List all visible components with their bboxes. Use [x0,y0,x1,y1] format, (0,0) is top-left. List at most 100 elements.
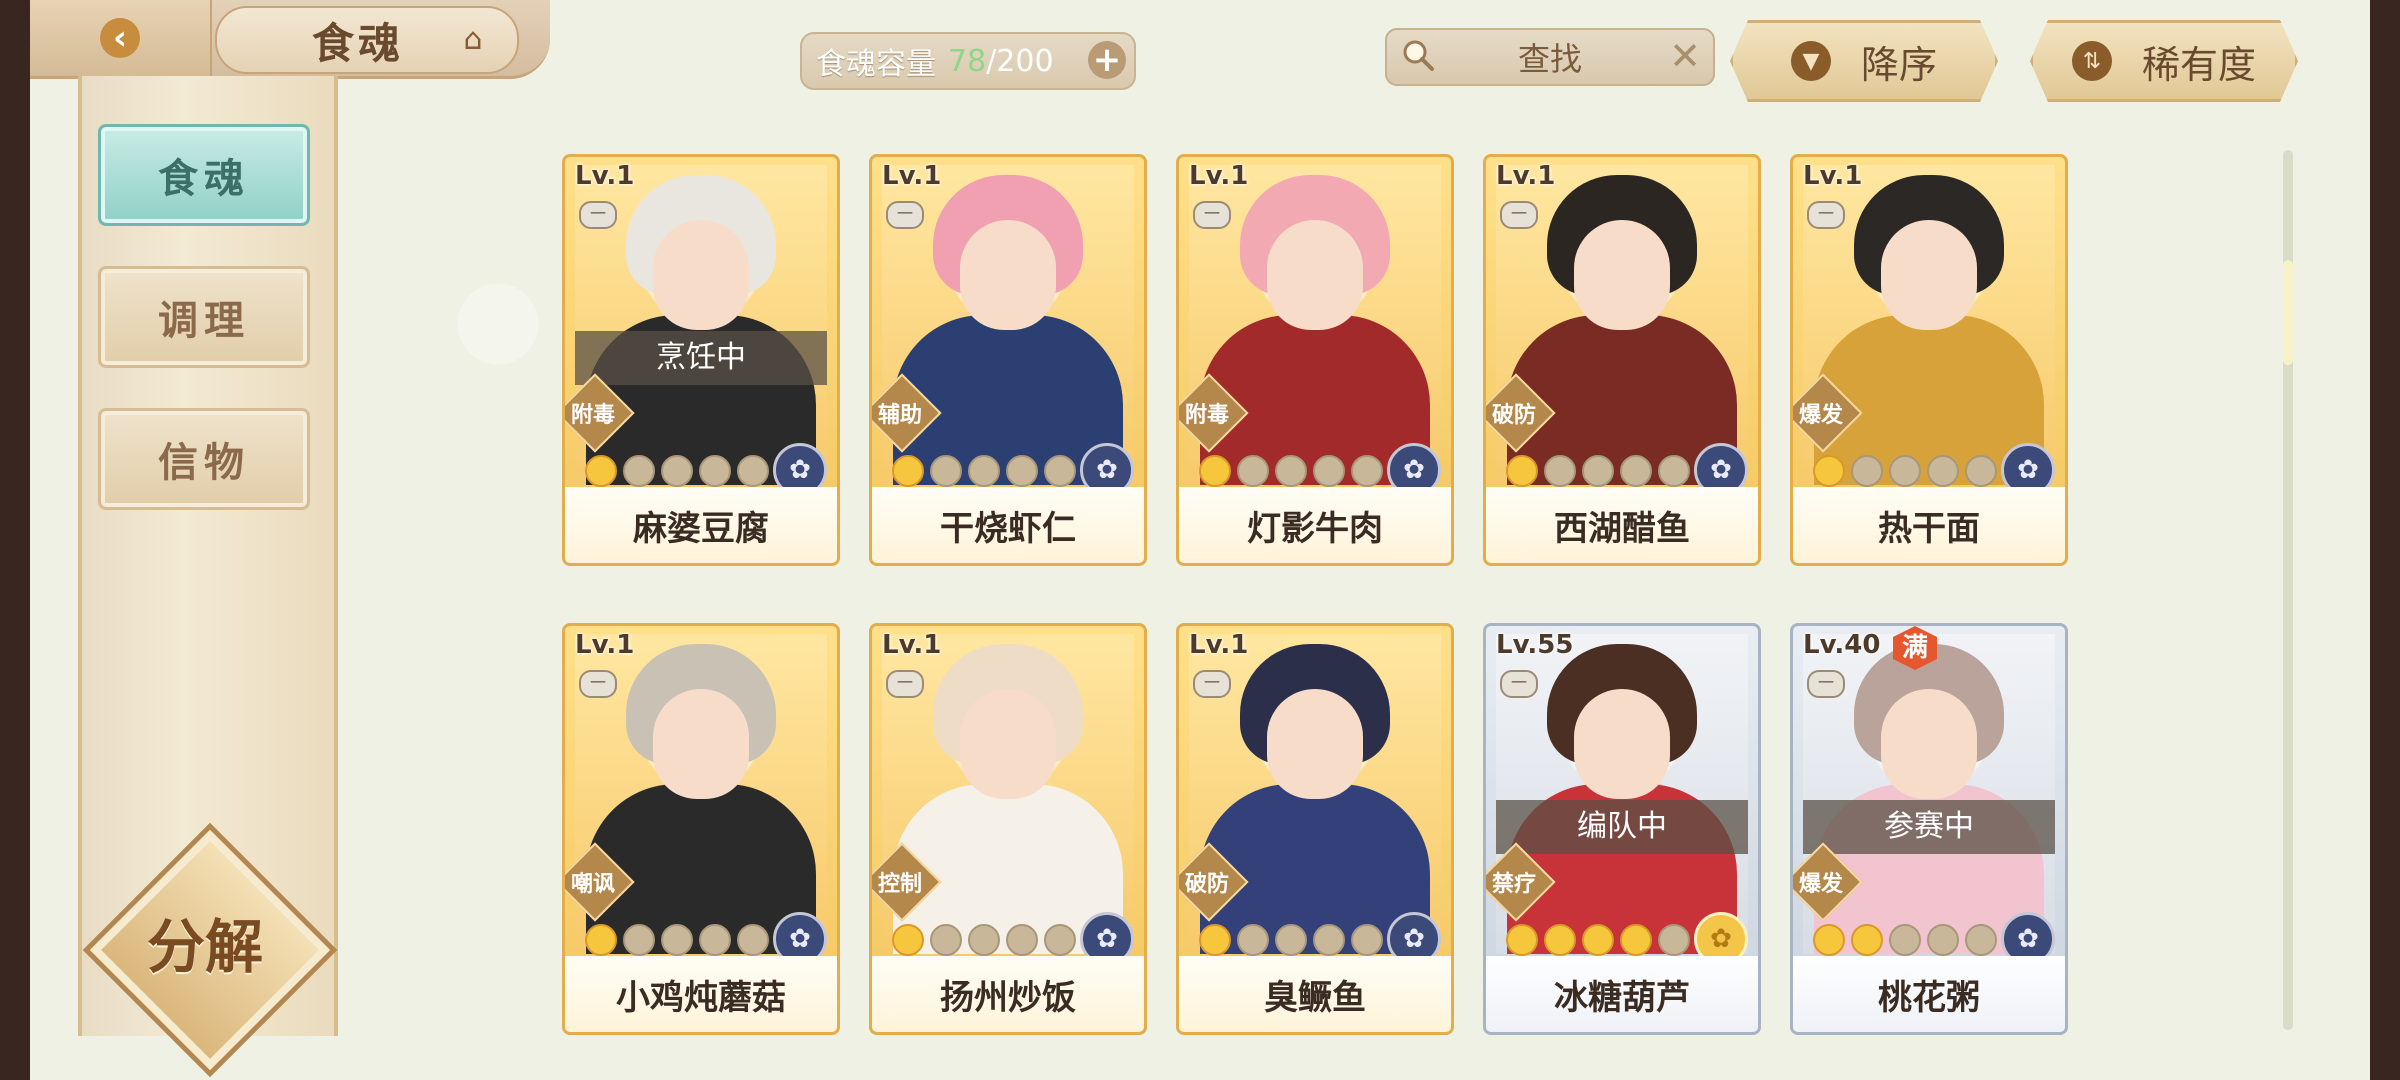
role-label: 附毒 [570,403,615,428]
star-icon [1813,455,1845,487]
food-soul-card[interactable]: Lv.1 一爆发 ✿ 热干面 [1790,154,2068,566]
role-label: 爆发 [1798,403,1843,428]
star-icon [1927,455,1959,487]
star-icon [1237,924,1269,956]
star-icon [661,455,693,487]
portrait-face [1881,220,1977,330]
portrait-face [1267,220,1363,330]
food-soul-card[interactable]: Lv.1 一控制 ✿ 扬州炒饭 [869,623,1147,1035]
food-soul-card[interactable]: Lv.55 一编队中 禁疗 ✿ 冰糖葫芦 [1483,623,1761,1035]
food-soul-card[interactable]: Lv.1 一附毒 ✿ 灯影牛肉 [1176,154,1454,566]
tab-label: 食魂 [158,155,250,202]
role-label: 控制 [877,872,922,897]
grade-badge-icon: 一 [579,201,617,229]
card-name: 小鸡炖蘑菇 [565,956,837,1032]
star-icon [1351,924,1383,956]
tab-conditioning[interactable]: 调理 [98,266,310,368]
star-icon [1506,455,1538,487]
tab-food-souls[interactable]: 食魂 [98,124,310,226]
portrait-face [653,689,749,799]
home-pavilion-icon[interactable]: ⌂ [453,22,493,58]
level-label: Lv.1 [882,161,942,191]
role-label: 辅助 [877,403,922,428]
sort-by-button[interactable]: ⇅ 稀有度 [2030,20,2298,102]
food-soul-card[interactable]: Lv.1 一破防 ✿ 西湖醋鱼 [1483,154,1761,566]
triangle-down-icon: ▼ [1791,41,1831,81]
star-icon [930,924,962,956]
star-icon [1313,455,1345,487]
back-button[interactable]: ‹ [30,0,212,76]
star-icon [699,924,731,956]
portrait-face [1574,689,1670,799]
star-rating [585,924,769,956]
role-label: 破防 [1184,872,1229,897]
tab-label: 调理 [158,297,250,344]
grade-badge-icon: 一 [1500,201,1538,229]
star-icon [968,924,1000,956]
grade-badge-icon: 一 [886,201,924,229]
food-soul-card[interactable]: Lv.1 一烹饪中 附毒 ✿ 麻婆豆腐 [562,154,840,566]
star-icon [585,924,617,956]
star-rating [1813,924,1997,956]
star-rating [1506,455,1690,487]
level-label: Lv.55 [1496,630,1574,660]
star-icon [1851,455,1883,487]
star-icon [968,455,1000,487]
capacity-label: 食魂容量 [816,47,936,82]
grade-badge-icon: 一 [1193,201,1231,229]
card-name: 扬州炒饭 [872,956,1144,1032]
status-label: 参赛中 [1803,800,2055,854]
capacity-current: 78 [948,43,987,79]
search-button[interactable]: 查找 ✕ [1385,28,1715,86]
food-soul-card[interactable]: Lv.40 一满参赛中 爆发 ✿ 桃花粥 [1790,623,2068,1035]
level-label: Lv.1 [882,630,942,660]
portrait-face [960,220,1056,330]
star-rating [892,455,1076,487]
page-title-pill: 食魂 ⌂ [215,6,519,74]
page-title: 食魂 [312,18,405,68]
star-icon [661,924,693,956]
status-label: 编队中 [1496,800,1748,854]
back-arrow-icon: ‹ [100,18,140,58]
search-label: 查找 [1517,40,1582,78]
star-icon [1544,924,1576,956]
capacity-separator: / [986,43,997,79]
decompose-label: 分解 [146,913,263,981]
sort-arrows-icon: ⇅ [2072,41,2112,81]
star-icon [1658,455,1690,487]
tab-tokens[interactable]: 信物 [98,408,310,510]
clear-search-icon[interactable]: ✕ [1669,34,1701,78]
star-icon [1658,924,1690,956]
level-label: Lv.1 [575,161,635,191]
star-icon [623,455,655,487]
food-soul-card[interactable]: Lv.1 一破防 ✿ 臭鳜鱼 [1176,623,1454,1035]
star-icon [1006,455,1038,487]
star-icon [1275,455,1307,487]
portrait-face [653,220,749,330]
food-soul-card[interactable]: Lv.1 一嘲讽 ✿ 小鸡炖蘑菇 [562,623,840,1035]
star-icon [930,455,962,487]
star-icon [1006,924,1038,956]
role-label: 爆发 [1798,872,1843,897]
scrollbar-thumb[interactable] [2283,260,2293,365]
star-rating [892,924,1076,956]
food-soul-card[interactable]: Lv.1 一辅助 ✿ 干烧虾仁 [869,154,1147,566]
grade-badge-icon: 一 [1500,670,1538,698]
star-icon [892,455,924,487]
sort-order-label: 降序 [1860,42,1937,87]
star-icon [1620,455,1652,487]
star-icon [737,455,769,487]
star-icon [1965,455,1997,487]
star-icon [1544,455,1576,487]
level-label: Lv.1 [1189,161,1249,191]
star-icon [1506,924,1538,956]
star-icon [699,455,731,487]
star-icon [1044,924,1076,956]
star-icon [1851,924,1883,956]
star-icon [1582,924,1614,956]
star-icon [1351,455,1383,487]
star-icon [1199,455,1231,487]
sort-order-button[interactable]: ▼ 降序 [1730,20,1998,102]
add-capacity-button[interactable]: + [1088,41,1126,79]
portrait-face [1881,689,1977,799]
